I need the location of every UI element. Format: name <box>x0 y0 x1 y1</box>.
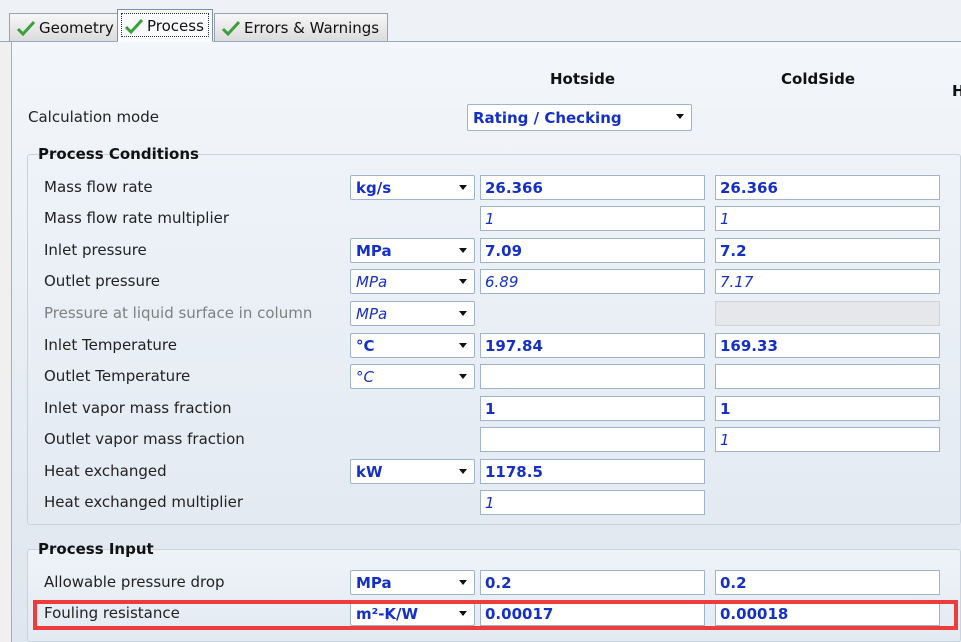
inlet-temperature-unit-select[interactable]: °C <box>350 333 475 358</box>
outlet-vapor-fraction-cold-input[interactable]: 1 <box>715 427 940 452</box>
row-label: Inlet pressure <box>44 241 147 259</box>
highlight-box <box>33 600 958 630</box>
inlet-pressure-cold-input[interactable]: 7.2 <box>715 238 940 263</box>
third-column-header: H <box>952 82 961 100</box>
mass-flow-rate-cold-input[interactable]: 26.366 <box>715 175 940 200</box>
outlet-pressure-hot-input[interactable]: 6.89 <box>480 269 705 294</box>
row-label: Heat exchanged <box>44 462 167 480</box>
outlet-temperature-cold-input[interactable] <box>715 364 940 389</box>
row-label: Allowable pressure drop <box>44 573 225 591</box>
calculation-mode-select[interactable]: Rating / Checking <box>467 104 692 131</box>
chevron-down-icon <box>459 279 467 284</box>
row-label: Outlet pressure <box>44 272 161 290</box>
mass-flow-rate-unit-select[interactable]: kg/s <box>350 175 475 200</box>
tab-process[interactable]: Process <box>117 9 213 42</box>
inlet-pressure-unit-select[interactable]: MPa <box>350 238 475 263</box>
chevron-down-icon <box>459 469 467 474</box>
row-label: Inlet vapor mass fraction <box>44 399 232 417</box>
chevron-down-icon <box>459 311 467 316</box>
mass-flow-multiplier-hot-input[interactable]: 1 <box>480 206 705 231</box>
outlet-temperature-unit-select[interactable]: °C <box>350 364 475 389</box>
inlet-vapor-fraction-cold-input[interactable]: 1 <box>715 396 940 421</box>
chevron-down-icon <box>459 580 467 585</box>
outlet-vapor-fraction-hot-input[interactable] <box>480 427 705 452</box>
calculation-mode-label: Calculation mode <box>28 108 159 126</box>
tab-geometry[interactable]: Geometry <box>9 13 123 41</box>
tab-bar: Geometry Process Errors & Warnings <box>0 0 961 42</box>
liquid-surface-pressure-unit-select[interactable]: MPa <box>350 301 475 326</box>
inlet-temperature-cold-input[interactable]: 169.33 <box>715 333 940 358</box>
row-label: Outlet vapor mass fraction <box>44 430 245 448</box>
tab-label: Geometry <box>39 18 114 37</box>
chevron-down-icon <box>459 185 467 190</box>
heat-exchanged-hot-input[interactable]: 1178.5 <box>480 459 705 484</box>
row-label: Mass flow rate multiplier <box>44 209 230 227</box>
check-icon <box>16 20 36 36</box>
heat-exchanged-multiplier-hot-input[interactable]: 1 <box>480 490 705 515</box>
allowable-pressure-drop-cold-input[interactable]: 0.2 <box>715 570 940 595</box>
row-label: Heat exchanged multiplier <box>44 493 244 511</box>
check-icon <box>221 20 241 36</box>
inlet-pressure-hot-input[interactable]: 7.09 <box>480 238 705 263</box>
mass-flow-rate-hot-input[interactable]: 26.366 <box>480 175 705 200</box>
row-label: Outlet Temperature <box>44 367 191 385</box>
row-label: Mass flow rate <box>44 178 153 196</box>
chevron-down-icon <box>459 374 467 379</box>
outlet-temperature-hot-input[interactable] <box>480 364 705 389</box>
coldside-header: ColdSide <box>781 70 856 88</box>
hotside-header: Hotside <box>550 70 616 88</box>
inlet-vapor-fraction-hot-input[interactable]: 1 <box>480 396 705 421</box>
allowable-pressure-drop-unit-select[interactable]: MPa <box>350 570 475 595</box>
heat-exchanged-unit-select[interactable]: kW <box>350 459 475 484</box>
outlet-pressure-cold-input[interactable]: 7.17 <box>715 269 940 294</box>
tab-label: Errors & Warnings <box>244 18 380 37</box>
mass-flow-multiplier-cold-input[interactable]: 1 <box>715 206 940 231</box>
check-icon <box>124 18 144 34</box>
row-label: Pressure at liquid surface in column <box>44 304 313 322</box>
tab-errors-warnings[interactable]: Errors & Warnings <box>214 13 389 41</box>
process-input-title: Process Input <box>38 540 154 558</box>
row-label: Inlet Temperature <box>44 336 177 354</box>
process-conditions-title: Process Conditions <box>38 145 199 163</box>
outlet-pressure-unit-select[interactable]: MPa <box>350 269 475 294</box>
chevron-down-icon <box>676 114 684 119</box>
inlet-temperature-hot-input[interactable]: 197.84 <box>480 333 705 358</box>
chevron-down-icon <box>459 343 467 348</box>
liquid-surface-pressure-cold-input <box>715 301 940 326</box>
chevron-down-icon <box>459 248 467 253</box>
allowable-pressure-drop-hot-input[interactable]: 0.2 <box>480 570 705 595</box>
